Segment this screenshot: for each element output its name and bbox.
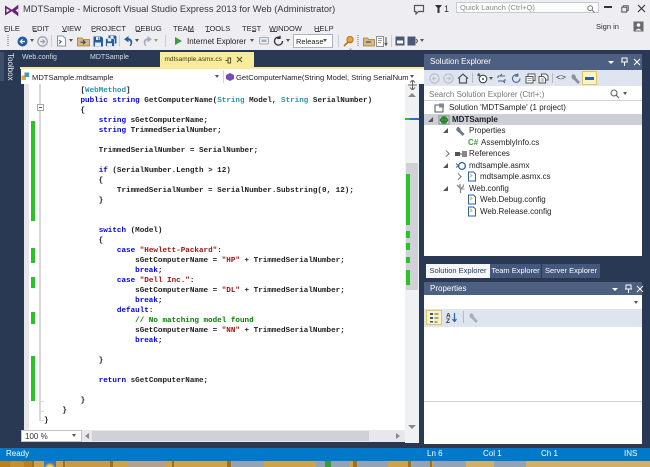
svg-text:Z: Z [446,318,450,323]
